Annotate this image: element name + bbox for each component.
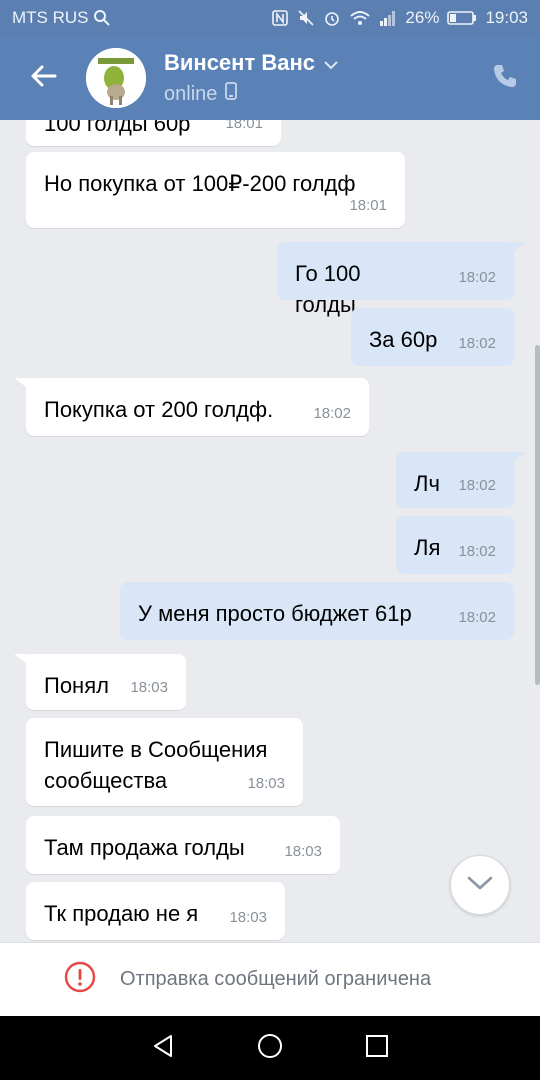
presence-row: online xyxy=(164,82,339,106)
message-time: 18:02 xyxy=(458,477,496,494)
arrow-left-icon xyxy=(29,64,57,93)
restricted-text: Отправка сообщений ограничена xyxy=(120,968,432,990)
status-bar: MTS RUS 26% 19:03 xyxy=(0,0,540,36)
message-text: Там продажа голды xyxy=(44,835,245,860)
message-time: 18:02 xyxy=(458,609,496,626)
phone-icon xyxy=(491,62,519,95)
message-text: Понял xyxy=(44,673,109,698)
message-text: У меня просто бюджет 61р xyxy=(138,601,412,626)
message-incoming[interactable]: Понял 18:03 xyxy=(14,654,186,710)
message-time: 18:02 xyxy=(313,405,351,422)
wifi-icon xyxy=(349,9,371,27)
signal-icon xyxy=(379,9,397,27)
message-time: 18:03 xyxy=(130,679,168,696)
message-outgoing[interactable]: У меня просто бюджет 61р 18:02 xyxy=(120,582,514,640)
message-time: 18:02 xyxy=(458,335,496,352)
message-text: Но покупка от 100₽-200 голдф xyxy=(44,171,356,196)
message-incoming[interactable]: Тк продаю не я 18:03 xyxy=(26,882,285,940)
back-button[interactable] xyxy=(0,36,86,120)
message-text: Тк продаю не я xyxy=(44,901,199,926)
message-time: 18:03 xyxy=(284,843,322,860)
chat-header: Винсент Ванс online xyxy=(0,36,540,120)
message-list[interactable]: 100 голды 60р 18:01 Но покупка от 100₽-2… xyxy=(0,120,540,942)
alarm-icon xyxy=(323,9,341,27)
message-incoming[interactable]: Пишите в Сообщения сообщества 18:03 xyxy=(26,718,303,806)
message-text-line: сообщества xyxy=(44,768,168,793)
presence-status: online xyxy=(164,82,218,105)
system-nav-bar xyxy=(0,1016,540,1080)
status-icons: 26% 19:03 xyxy=(271,8,528,28)
mute-icon xyxy=(297,9,315,27)
nav-home-icon[interactable] xyxy=(257,1033,283,1064)
call-button[interactable] xyxy=(470,36,540,120)
message-incoming[interactable]: 100 голды 60р 18:01 xyxy=(26,120,281,146)
bubble-tail xyxy=(510,242,526,254)
bubble-tail xyxy=(510,452,526,464)
message-time: 18:03 xyxy=(247,775,285,792)
search-icon xyxy=(93,9,111,27)
message-incoming[interactable]: Покупка от 200 голдф. 18:02 xyxy=(14,378,369,436)
message-text-line: Пишите в Сообщения xyxy=(44,737,268,762)
bubble-tail xyxy=(14,654,30,666)
clock: 19:03 xyxy=(485,8,528,27)
carrier-group: MTS RUS xyxy=(12,8,111,28)
scroll-to-bottom-button[interactable] xyxy=(450,855,510,915)
message-outgoing[interactable]: За 60р 18:02 xyxy=(351,308,514,366)
message-text: За 60р xyxy=(369,327,438,352)
message-text: Пишите в Сообщения сообщества xyxy=(44,718,267,796)
message-outgoing[interactable]: Ля 18:02 xyxy=(396,516,514,574)
nav-recents-icon[interactable] xyxy=(365,1034,389,1063)
battery-icon xyxy=(447,10,477,26)
messaging-restricted-bar: Отправка сообщений ограничена xyxy=(0,942,540,1016)
scrollbar[interactable] xyxy=(535,345,540,685)
message-outgoing[interactable]: Го 100 голды 18:02 xyxy=(277,242,526,317)
battery-percent: 26% xyxy=(405,8,440,27)
contact-name: Винсент Ванс xyxy=(164,50,315,75)
alert-circle-icon xyxy=(64,961,96,999)
contact-info[interactable]: Винсент Ванс online xyxy=(164,50,339,106)
message-time: 18:03 xyxy=(229,909,267,926)
avatar-image xyxy=(86,48,146,108)
message-time: 18:01 xyxy=(225,120,263,132)
message-outgoing[interactable]: Лч 18:02 xyxy=(396,452,526,508)
chevron-down-icon xyxy=(467,875,493,896)
message-incoming[interactable]: Там продажа голды 18:03 xyxy=(26,816,340,874)
nav-back-icon[interactable] xyxy=(151,1033,175,1064)
message-text: 100 голды 60р xyxy=(44,120,191,136)
message-text: Лч xyxy=(414,471,440,496)
message-time: 18:01 xyxy=(349,197,387,214)
carrier-name: MTS RUS xyxy=(12,8,89,27)
contact-name-row[interactable]: Винсент Ванс xyxy=(164,50,339,76)
message-incoming[interactable]: Но покупка от 100₽-200 голдф 18:01 xyxy=(26,152,405,228)
message-text: Ля xyxy=(414,535,441,560)
message-text: Покупка от 200 голдф. xyxy=(44,397,274,422)
mobile-phone-icon xyxy=(225,82,238,106)
avatar[interactable] xyxy=(86,48,146,108)
message-time: 18:02 xyxy=(458,269,496,286)
bubble-tail xyxy=(14,378,30,390)
message-time: 18:02 xyxy=(458,543,496,560)
chevron-down-icon xyxy=(323,50,339,76)
nfc-icon xyxy=(271,9,289,27)
